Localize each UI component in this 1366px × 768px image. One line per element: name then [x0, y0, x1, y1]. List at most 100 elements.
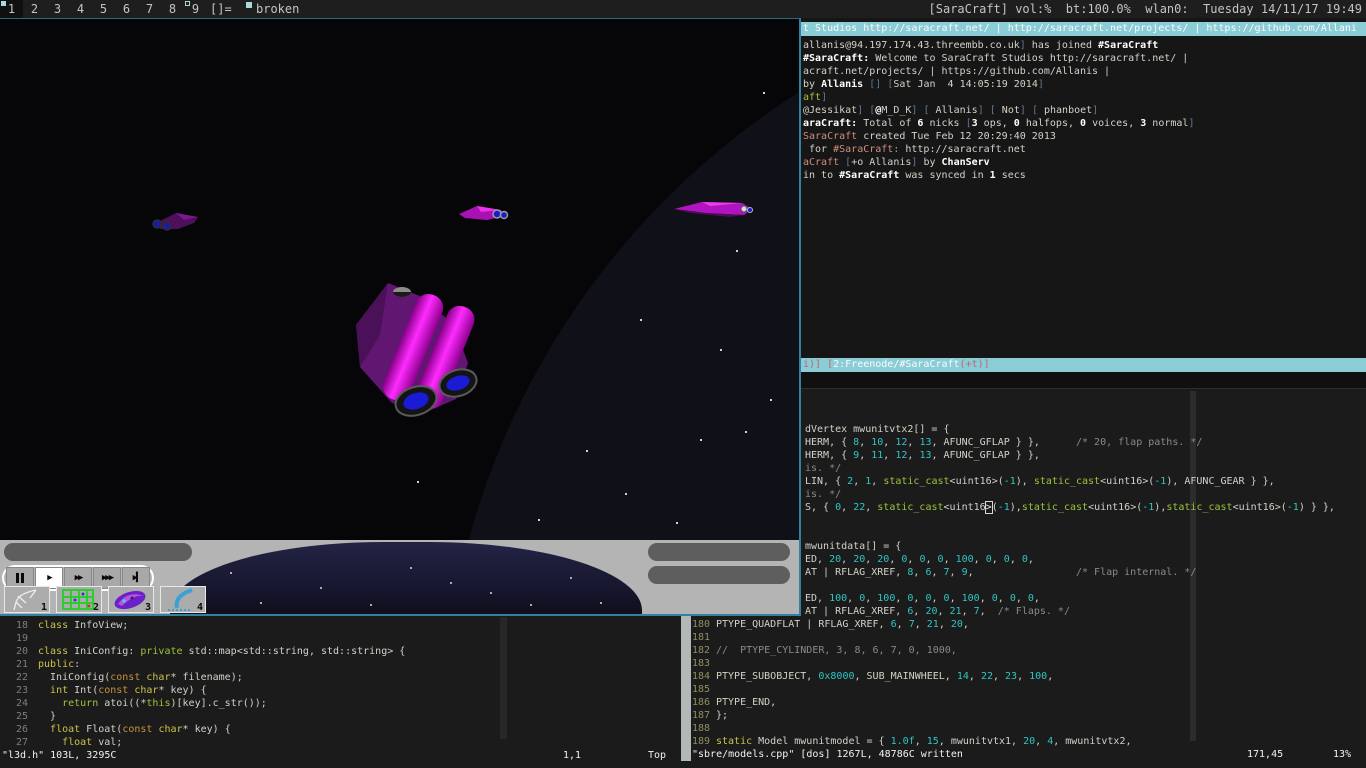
irc-message: in to #SaraCraft was synced in 1 secs: [803, 169, 1026, 182]
irc-message: @Jessikat] [@M_D_K] [ Allanis] [ Not] [ …: [803, 104, 1098, 117]
spaceship-small-3: [672, 197, 754, 221]
code-line: 183: [692, 657, 716, 670]
star: [417, 481, 419, 483]
irc-message: acraft.net/projects/ | https://github.co…: [803, 65, 1110, 78]
irc-message: #SaraCraft: Welcome to SaraCraft Studios…: [803, 52, 1188, 65]
code-line: ED, 20, 20, 20, 0, 0, 0, 100, 0, 0, 0,: [805, 553, 1034, 566]
game-control-panel: ▶▶▶▶▶▶▶▍ 1234: [0, 540, 799, 614]
tile-number: 3: [145, 602, 151, 613]
star: [570, 577, 572, 579]
tag-6[interactable]: 6: [115, 0, 138, 18]
line-number: 27: [8, 736, 28, 749]
statusbar-dwm: 123456789 []= broken [SaraCraft] vol:% b…: [0, 0, 1366, 18]
line-number: 180: [692, 618, 710, 631]
vim-statusline-file: "sbre/models.cpp" [dos] 1267L, 48786C wr…: [692, 748, 963, 761]
star: [763, 92, 765, 94]
view-tile-2[interactable]: 2: [56, 586, 102, 613]
code-line: 21public:: [8, 658, 80, 671]
tag-4[interactable]: 4: [69, 0, 92, 18]
irc-message: aft]: [803, 91, 827, 104]
line-number: 185: [692, 683, 710, 696]
tag-indicator-icon: [1, 1, 6, 6]
code-line: 184PTYPE_SUBOBJECT, 0x8000, SUB_MAINWHEE…: [692, 670, 1053, 683]
tag-5[interactable]: 5: [92, 0, 115, 18]
vim-statusline-position: 171,45: [1247, 748, 1283, 761]
code-line: 20class IniConfig: private std::map<std:…: [8, 645, 405, 658]
workspace-tags: 123456789: [0, 0, 207, 18]
code-line: 182// PTYPE_CYLINDER, 3, 8, 6, 7, 0, 100…: [692, 644, 957, 657]
code-line: 27 float val;: [8, 736, 122, 749]
pause-icon: [16, 573, 19, 583]
tag-indicator-icon: [185, 1, 190, 6]
code-line: 22 IniConfig(const char* filename);: [8, 671, 243, 684]
line-number: 181: [692, 631, 710, 644]
tag-8[interactable]: 8: [161, 0, 184, 18]
line-number: 24: [8, 697, 28, 710]
tag-7[interactable]: 7: [138, 0, 161, 18]
code-line: S, { 0, 22, static_cast<uint16>(-1),stat…: [805, 501, 1335, 514]
view-tile-3[interactable]: 3: [108, 586, 154, 613]
line-number: 18: [8, 619, 28, 632]
star: [770, 399, 772, 401]
layout-symbol[interactable]: []=: [210, 0, 232, 18]
panel-display-right-1: [648, 543, 790, 561]
vim-statusline-percent: Top: [648, 749, 666, 762]
code-line: 188: [692, 722, 716, 735]
star: [700, 439, 702, 441]
code-line: 186PTYPE_END,: [692, 696, 776, 709]
star: [720, 349, 722, 351]
star: [260, 602, 262, 604]
view-tile-4[interactable]: 4: [160, 586, 206, 613]
line-number: 25: [8, 710, 28, 723]
tag-3[interactable]: 3: [46, 0, 69, 18]
line-number: 23: [8, 684, 28, 697]
view-tile-1[interactable]: 1: [4, 586, 50, 613]
line-number: 188: [692, 722, 710, 735]
star: [370, 604, 372, 606]
ghost-scrollbar-strip: [500, 617, 507, 739]
tag-1[interactable]: 1: [0, 0, 23, 18]
code-line: HERM, { 9, 11, 12, 13, AFUNC_GFLAP } },: [805, 449, 1040, 462]
star: [640, 319, 642, 321]
tag-2[interactable]: 2: [23, 0, 46, 18]
line-number: 22: [8, 671, 28, 684]
line-number: 20: [8, 645, 28, 658]
desktop: 18class InfoView;1920class IniConfig: pr…: [0, 0, 1366, 768]
line-number: 26: [8, 723, 28, 736]
code-line: 24 return atoi((*this)[key].c_str());: [8, 697, 267, 710]
panel-display-right-2: [648, 566, 790, 584]
game-window-broken[interactable]: ▶▶▶▶▶▶▶▍ 1234: [0, 18, 801, 616]
code-line: HERM, { 8, 10, 12, 13, AFUNC_GFLAP } }, …: [805, 436, 1202, 449]
code-line: mwunitdata[] = {: [805, 540, 901, 553]
code-line: 185: [692, 683, 716, 696]
code-line: 181: [692, 631, 716, 644]
code-line: 187};: [692, 709, 728, 722]
star: [320, 587, 322, 589]
code-line: AT | RFLAG_XREF, 8, 6, 7, 9, /* Flap int…: [805, 566, 1196, 579]
irc-message: araCraft: Total of 6 nicks [3 ops, 0 hal…: [803, 117, 1194, 130]
code-line: 19: [8, 632, 38, 645]
code-line: LIN, { 2, 1, static_cast<uint16>(-1), st…: [805, 475, 1275, 488]
status-text: [SaraCraft] vol:% bt:100.0% wlan0: Tuesd…: [929, 0, 1362, 18]
star: [745, 431, 747, 433]
code-line: 25 }: [8, 710, 56, 723]
space-viewport: [0, 19, 799, 614]
star: [600, 602, 602, 604]
code-line: ED, 100, 0, 100, 0, 0, 0, 100, 0, 0, 0,: [805, 592, 1040, 605]
vim-statusline-percent: 13%: [1333, 748, 1351, 761]
tag-9[interactable]: 9: [184, 0, 207, 18]
planet-horizon-dome: [170, 542, 642, 614]
spaceship-small-2: [457, 202, 509, 224]
line-number: 189: [692, 735, 710, 748]
line-number: 184: [692, 670, 710, 683]
code-line: 189static Model mwunitmodel = { 1.0f, 15…: [692, 735, 1132, 748]
panel-display-left: [4, 543, 192, 561]
irc-topic-text: t Studios http://saracraft.net/ | http:/…: [803, 22, 1357, 35]
star: [586, 450, 588, 452]
code-line: 23 int Int(const char* key) {: [8, 684, 207, 697]
tile-number: 4: [197, 602, 203, 613]
vim-statusline-file: "l3d.h" 103L, 3295C: [2, 749, 116, 762]
star: [450, 582, 452, 584]
star: [410, 567, 412, 569]
tile-number: 2: [93, 602, 99, 613]
